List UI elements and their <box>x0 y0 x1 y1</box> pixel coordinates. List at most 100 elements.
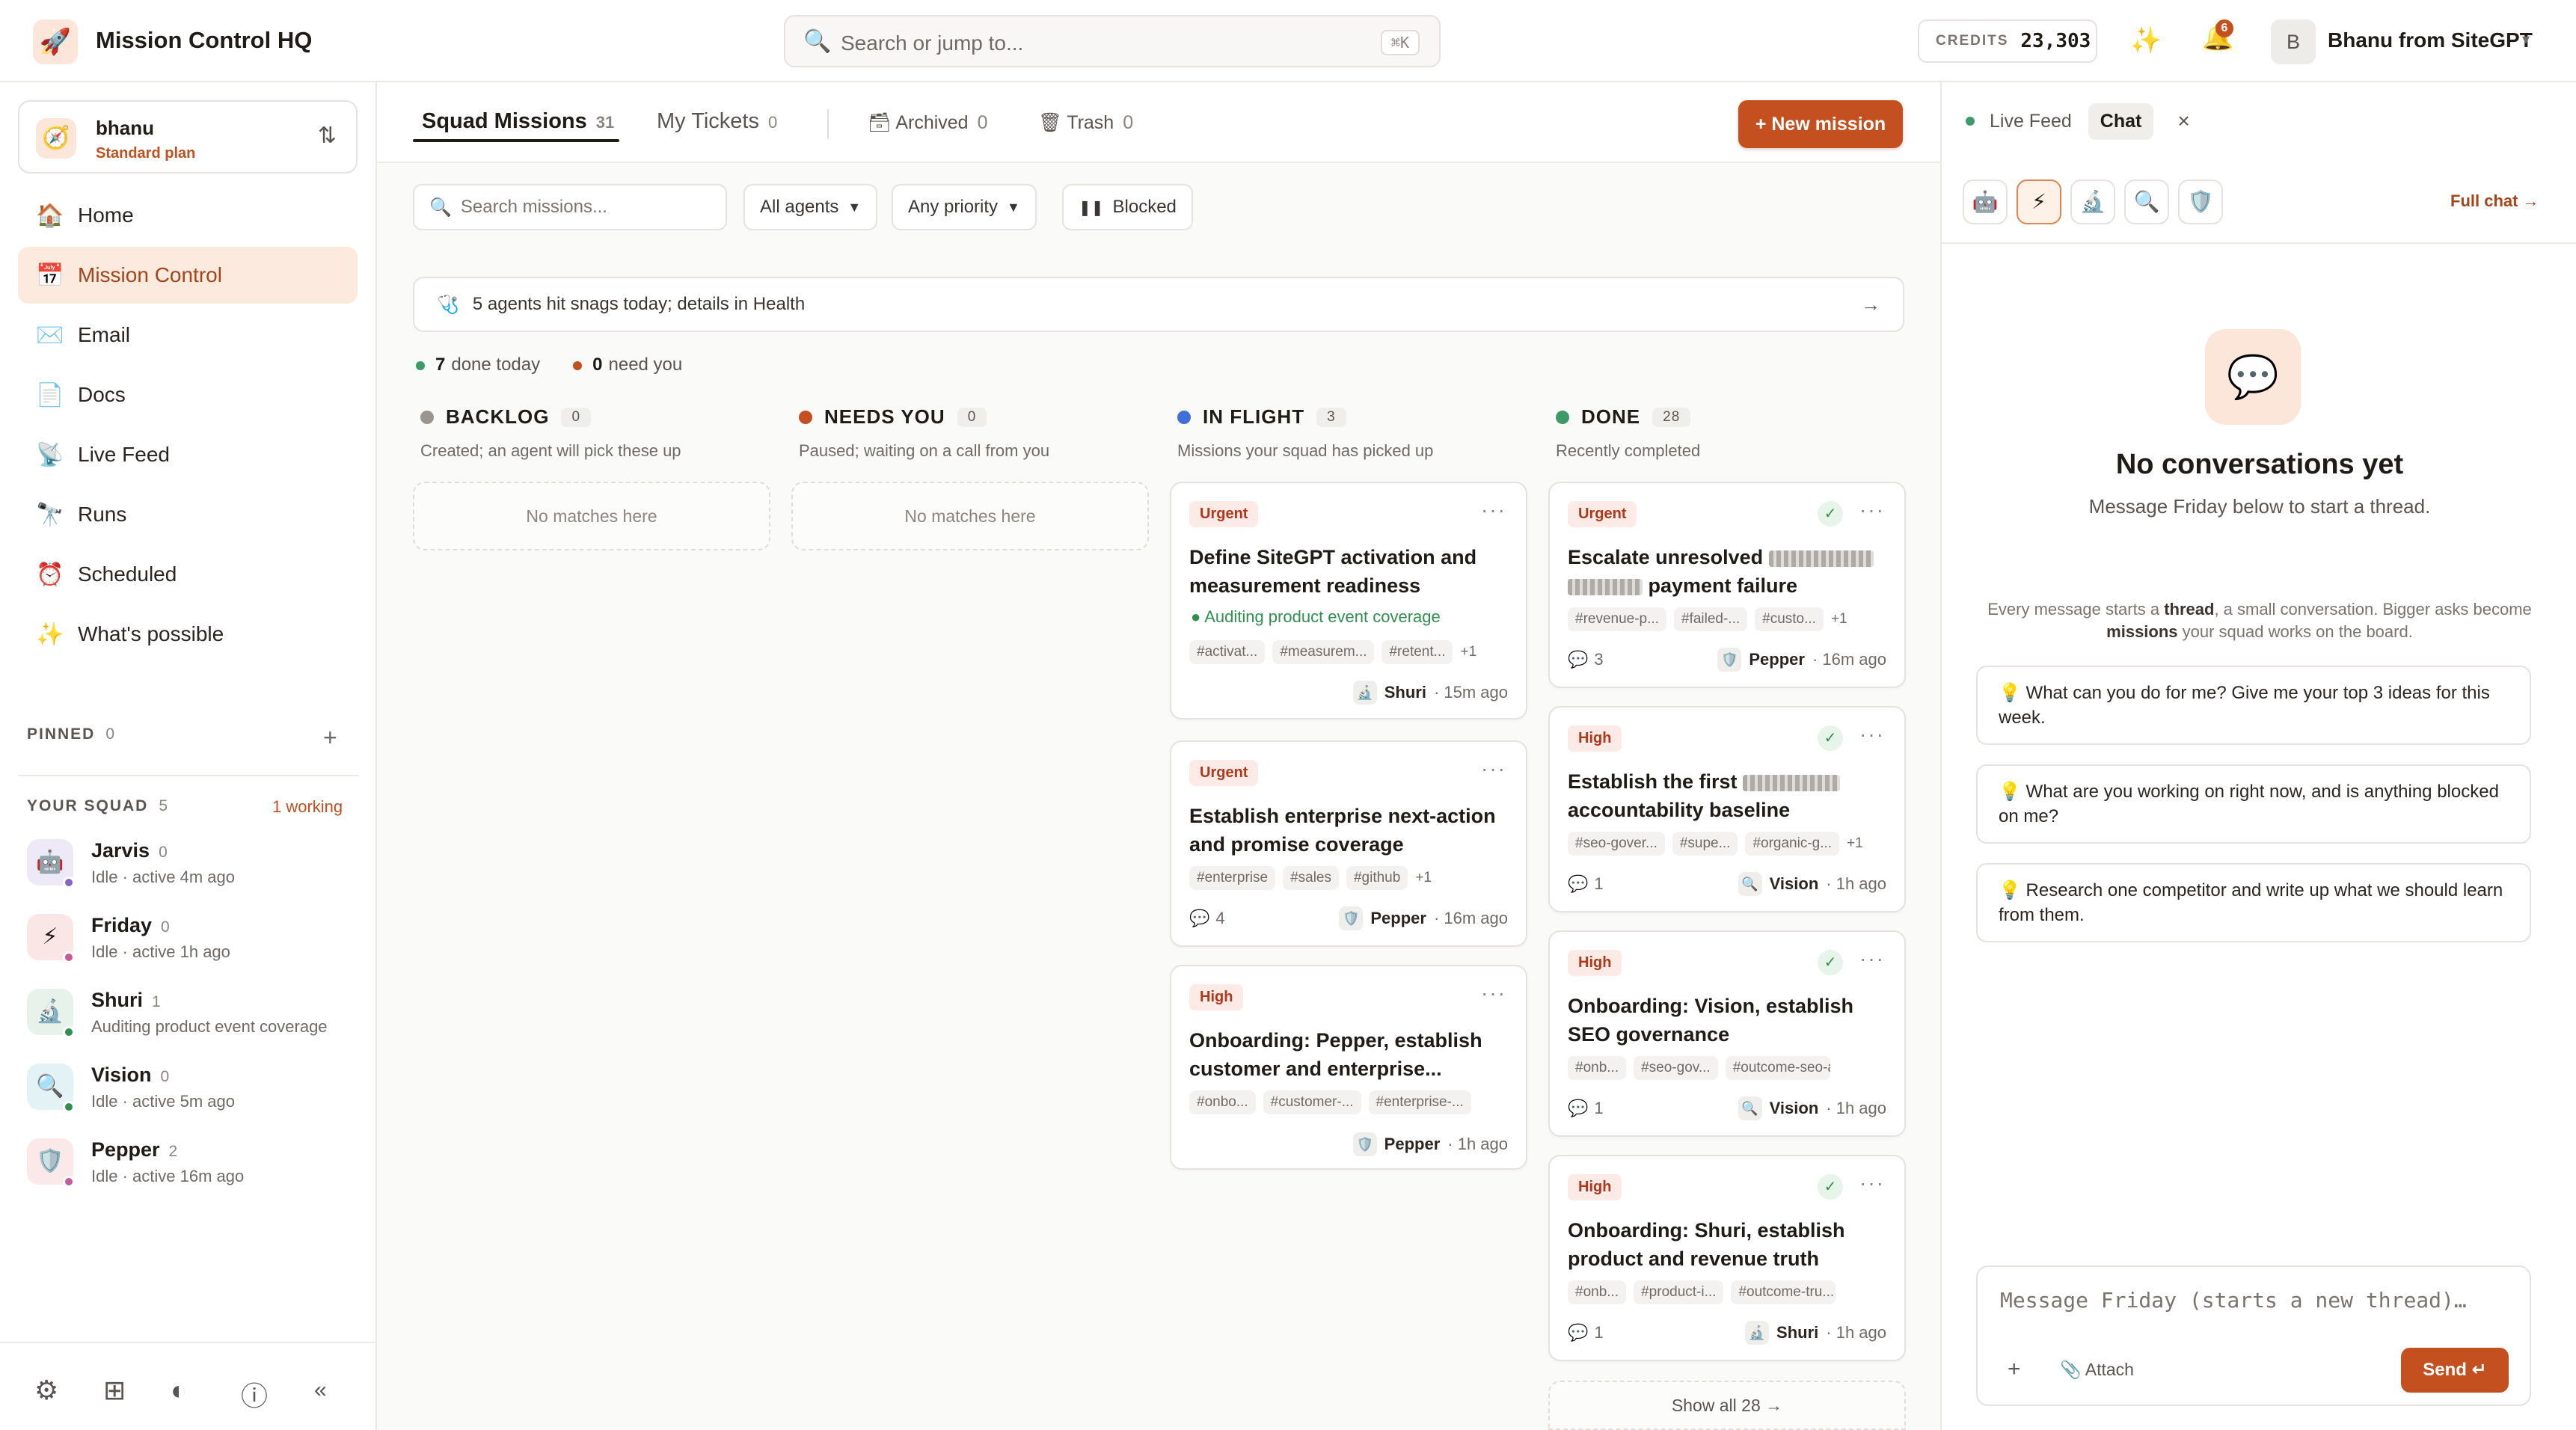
more-options-icon[interactable]: ··· <box>1859 722 1885 746</box>
tag[interactable]: #organic-g... <box>1745 832 1840 856</box>
switch-arrows-icon[interactable]: ⇅ <box>318 123 337 149</box>
more-options-icon[interactable]: ··· <box>1859 1171 1885 1195</box>
tag[interactable]: #retent... <box>1381 640 1453 664</box>
tag[interactable]: #onbo... <box>1189 1090 1256 1114</box>
squad-agent-pepper[interactable]: 🛡️ Pepper 2 Idle · active 16m ago <box>27 1134 356 1200</box>
priority-badge: Urgent <box>1189 501 1259 527</box>
suggestion-prompt[interactable]: 💡 Research one competitor and write up w… <box>1976 863 2531 942</box>
sparkle-icon[interactable]: ✨ <box>2130 25 2162 55</box>
sidebar-item-runs[interactable]: 🔭 Runs <box>18 486 358 543</box>
collapse-icon[interactable]: « <box>314 1378 327 1403</box>
chat-agent-friday-icon[interactable]: ⚡ <box>2017 179 2061 224</box>
chevron-down-icon[interactable]: ▾ <box>2522 30 2530 49</box>
tag[interactable]: #enterprise <box>1189 866 1276 890</box>
grid-icon[interactable]: ⊞ <box>103 1375 126 1406</box>
tag[interactable]: #seo-gov... <box>1634 1056 1718 1080</box>
sidebar-item-live-feed[interactable]: 📡 Live Feed <box>18 426 358 483</box>
column-status-dot <box>420 410 434 424</box>
more-options-icon[interactable]: ··· <box>1481 981 1506 1005</box>
gear-icon[interactable]: ⚙ <box>34 1375 58 1406</box>
tag[interactable]: #onb... <box>1568 1056 1627 1080</box>
global-search-input[interactable]: 🔍 Search or jump to... ⌘K <box>784 15 1441 67</box>
attach-button[interactable]: 📎 Attach <box>2060 1360 2134 1380</box>
sidebar-item-what-s-possible[interactable]: ✨ What's possible <box>18 606 358 663</box>
tag[interactable]: #measurem... <box>1272 640 1375 664</box>
tab-squad-missions[interactable]: Squad Missions 31 <box>422 109 614 134</box>
user-avatar[interactable]: B <box>2271 19 2316 64</box>
tag[interactable]: #failed-... <box>1673 607 1748 631</box>
sidebar-item-label: What's possible <box>78 622 224 645</box>
suggestion-prompt[interactable]: 💡 What are you working on right now, and… <box>1976 764 2531 844</box>
mission-search-input[interactable]: 🔍 Search missions... <box>413 184 727 230</box>
mission-card[interactable]: Urgent ··· Define SiteGPT activation and m… <box>1170 482 1527 719</box>
mission-card[interactable]: High ✓ ··· Onboarding: Shuri, establish pro… <box>1548 1155 1906 1361</box>
account-switcher[interactable]: 🧭 bhanu Standard plan ⇅ <box>18 100 358 174</box>
tab-trash[interactable]: 🗑 Trash 0 <box>1038 112 1133 134</box>
column-header-done: DONE 28 <box>1556 405 1691 429</box>
message-composer[interactable]: Message Friday (starts a new thread)… + … <box>1976 1265 2531 1406</box>
mission-card[interactable]: Urgent ✓ ··· Escalate unresolved payment fa… <box>1548 482 1906 688</box>
tag[interactable]: #activat... <box>1189 640 1266 664</box>
squad-agent-vision[interactable]: 🔍 Vision 0 Idle · active 5m ago <box>27 1059 356 1125</box>
tab-my-tickets[interactable]: My Tickets 0 <box>657 109 777 134</box>
tag[interactable]: #customer-... <box>1263 1090 1361 1114</box>
tag[interactable]: #onb... <box>1568 1280 1627 1304</box>
user-name[interactable]: Bhanu from SiteGPT <box>2328 28 2533 52</box>
agent-filter-dropdown[interactable]: All agents ▼ <box>743 184 878 230</box>
full-chat-link[interactable]: Full chat → <box>2450 191 2539 211</box>
send-button[interactable]: Send ↵ <box>2401 1348 2509 1393</box>
more-options-icon[interactable]: ··· <box>1481 757 1506 781</box>
sidebar-item-email[interactable]: ✉️ Email <box>18 307 358 363</box>
tag-list: #onbo... #customer-... #enterprise-... <box>1189 1090 1471 1114</box>
chat-agent-vision-icon[interactable]: 🔍 <box>2124 179 2169 224</box>
tag[interactable]: #outcome-tru... <box>1731 1280 1836 1304</box>
chat-agent-shuri-icon[interactable]: 🔬 <box>2070 179 2115 224</box>
rocket-logo-icon[interactable]: 🚀 <box>33 19 78 64</box>
mission-card[interactable]: High ··· Onboarding: Pepper, establish cus… <box>1170 965 1527 1170</box>
new-mission-button[interactable]: + New mission <box>1738 100 1903 148</box>
tag[interactable]: #supe... <box>1672 832 1738 856</box>
mission-card[interactable]: High ✓ ··· Onboarding: Vision, establish SE… <box>1548 930 1906 1137</box>
priority-filter-dropdown[interactable]: Any priority ▼ <box>892 184 1037 230</box>
blocked-filter-toggle[interactable]: ❚❚ Blocked <box>1062 184 1193 230</box>
chat-agent-jarvis-icon[interactable]: 🤖 <box>1963 179 2008 224</box>
tab-archived[interactable]: 🗃 Archived 0 <box>868 112 987 134</box>
add-pin-icon[interactable]: + <box>323 724 337 752</box>
health-alert-banner[interactable]: 🩺 5 agents hit snags today; details in H… <box>413 277 1904 332</box>
mission-card[interactable]: Urgent ··· Establish enterprise next-actio… <box>1170 740 1527 947</box>
credits-badge[interactable]: CREDITS 23,303 <box>1918 19 2097 63</box>
column-header-backlog: BACKLOG 0 <box>420 405 592 429</box>
squad-agent-friday[interactable]: ⚡ Friday 0 Idle · active 1h ago <box>27 909 356 975</box>
sidebar-item-mission-control[interactable]: 📅 Mission Control <box>18 247 358 304</box>
tab-chat[interactable]: Chat <box>2088 102 2154 140</box>
more-options-icon[interactable]: ··· <box>1859 498 1885 522</box>
sidebar-item-home[interactable]: 🏠 Home <box>18 187 358 244</box>
sidebar-item-docs[interactable]: 📄 Docs <box>18 366 358 423</box>
tag[interactable]: #custo... <box>1755 607 1824 631</box>
message-input[interactable]: Message Friday (starts a new thread)… <box>2000 1288 2467 1313</box>
tag[interactable]: #product-i... <box>1634 1280 1724 1304</box>
chat-agent-pepper-icon[interactable]: 🛡️ <box>2178 179 2223 224</box>
mission-card[interactable]: High ✓ ··· Establish the first accountabili… <box>1548 706 1906 912</box>
squad-agent-shuri[interactable]: 🔬 Shuri 1 Auditing product event coverage <box>27 984 356 1050</box>
tab-live-feed[interactable]: Live Feed <box>1966 111 2072 132</box>
tag[interactable]: #revenue-p... <box>1568 607 1666 631</box>
done-today-stat: 7 done today <box>416 355 540 375</box>
more-options-icon[interactable]: ··· <box>1859 947 1885 971</box>
tag[interactable]: #enterprise-... <box>1368 1090 1471 1114</box>
tag[interactable]: #outcome-seo-a... <box>1725 1056 1830 1080</box>
close-icon[interactable]: × <box>2177 109 2189 133</box>
help-icon[interactable]: ⓘ <box>241 1375 268 1414</box>
tag[interactable]: #sales <box>1283 866 1339 890</box>
tag[interactable]: #github <box>1346 866 1408 890</box>
plus-icon[interactable]: + <box>2008 1357 2021 1382</box>
squad-agent-jarvis[interactable]: 🤖 Jarvis 0 Idle · active 4m ago <box>27 835 356 900</box>
tag[interactable]: #seo-gover... <box>1568 832 1665 856</box>
more-options-icon[interactable]: ··· <box>1481 498 1506 522</box>
suggestion-prompt[interactable]: 💡 What can you do for me? Give me your t… <box>1976 666 2531 745</box>
show-all-done-button[interactable]: Show all 28 → <box>1548 1381 1906 1430</box>
brain-icon[interactable]: ◐ <box>171 1375 187 1406</box>
check-icon: ✓ <box>1818 1174 1843 1200</box>
chevron-down-icon: ▼ <box>1007 199 1020 215</box>
sidebar-item-scheduled[interactable]: ⏰ Scheduled <box>18 546 358 603</box>
